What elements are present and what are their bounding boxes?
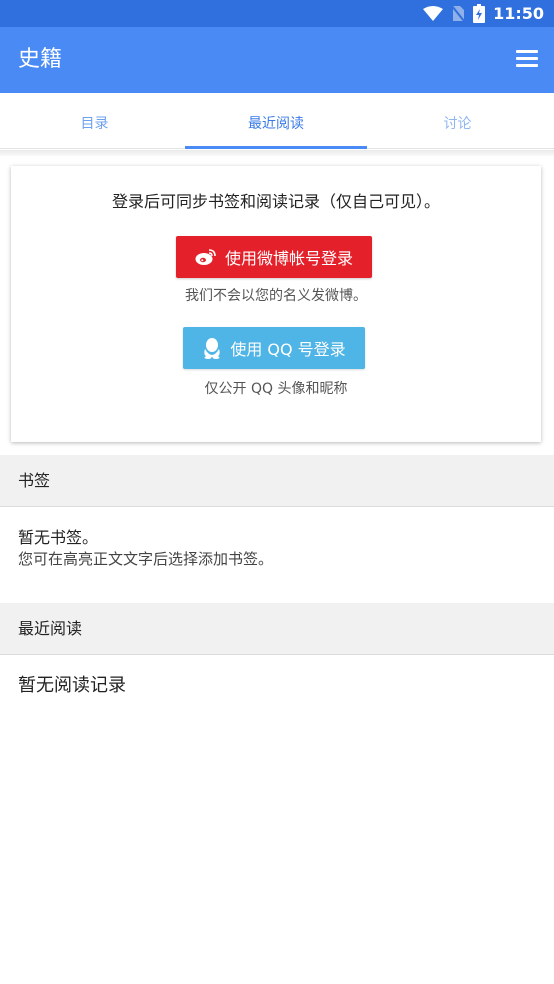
bookmarks-header: 书签	[0, 455, 554, 507]
tab-indicator	[185, 146, 367, 149]
tab-catalog[interactable]: 目录	[4, 93, 185, 149]
status-icons: 11:50	[423, 0, 544, 27]
tab-bar: 目录 最近阅读 讨论	[0, 93, 554, 149]
recent-reading-empty-text: 暂无阅读记录	[18, 675, 126, 696]
tab-bar-shadow	[0, 150, 554, 156]
battery-charging-icon	[473, 4, 486, 23]
qq-login-label: 使用 QQ 号登录	[230, 340, 346, 359]
status-bar: 11:50	[0, 0, 554, 27]
app-title: 史籍	[18, 47, 63, 72]
qq-note: 仅公开 QQ 头像和昵称	[204, 381, 348, 397]
recent-reading-header: 最近阅读	[0, 603, 554, 655]
app-bar: 史籍	[0, 27, 554, 93]
weibo-login-button[interactable]: 使用微博帐号登录	[176, 236, 372, 278]
weibo-login-label: 使用微博帐号登录	[224, 249, 353, 268]
weibo-note: 我们不会以您的名义发微博。	[185, 288, 367, 304]
login-prompt: 登录后可同步书签和阅读记录（仅自己可见）。	[111, 192, 440, 211]
tab-recent-reading[interactable]: 最近阅读	[185, 93, 367, 149]
wifi-icon	[423, 5, 444, 21]
no-sim-icon	[451, 5, 465, 22]
bookmarks-hint-text: 您可在高亮正文文字后选择添加书签。	[18, 550, 274, 568]
qq-login-button[interactable]: 使用 QQ 号登录	[183, 327, 365, 369]
qq-penguin-icon	[204, 338, 220, 359]
bookmarks-empty-text: 暂无书签。	[18, 528, 99, 547]
hamburger-menu-icon[interactable]	[516, 50, 538, 68]
login-card: 登录后可同步书签和阅读记录（仅自己可见）。 使用微博帐号登录 我们不会以您的名义…	[11, 166, 541, 442]
tab-discussion[interactable]: 讨论	[367, 93, 548, 149]
status-time: 11:50	[493, 4, 544, 23]
weibo-icon	[195, 249, 216, 265]
